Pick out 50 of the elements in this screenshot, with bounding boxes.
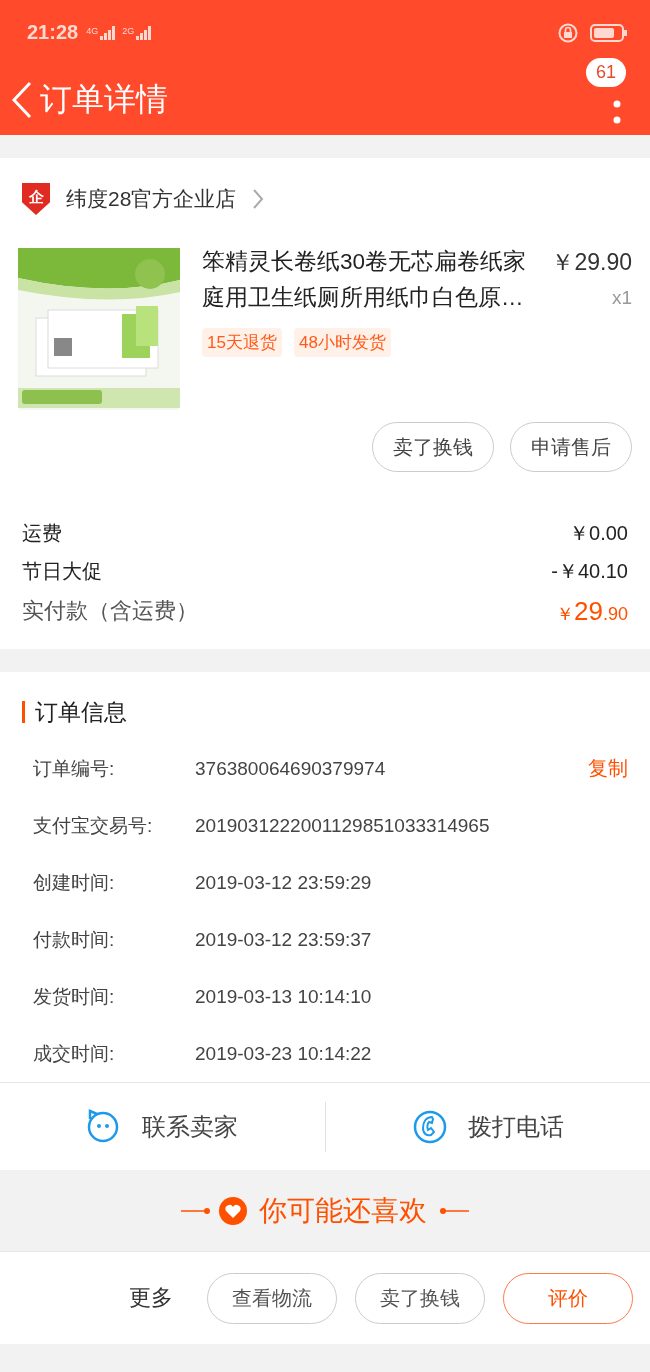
action-button[interactable]: 卖了换钱: [372, 422, 494, 472]
product-title[interactable]: 笨精灵长卷纸30卷无芯扁卷纸家庭用卫生纸厕所用纸巾白色原…: [202, 244, 538, 316]
page-title: 订单详情: [40, 80, 168, 119]
network-label: 4G: [86, 25, 99, 36]
recommend-title: 你可能还喜欢: [259, 1193, 427, 1228]
fee-label: 节日大促: [22, 558, 102, 584]
fee-label: 运费: [22, 520, 62, 546]
service-tag: 15天退货: [202, 328, 282, 357]
lock-rotation-icon: [558, 22, 578, 43]
product-price: ￥29.90: [551, 248, 632, 277]
info-label: 发货时间:: [33, 984, 116, 1009]
action-button[interactable]: 卖了换钱: [355, 1272, 485, 1324]
info-value: 2019-03-12 23:59:37: [195, 928, 373, 951]
service-tag: 48小时发货: [293, 328, 391, 357]
network-label: 2G: [122, 25, 135, 36]
signal-icon: [136, 25, 153, 40]
info-value: 2019-03-13 10:14:10: [195, 985, 373, 1008]
more-icon[interactable]: [613, 100, 621, 124]
action-button[interactable]: 查看物流: [207, 1272, 337, 1324]
battery-icon: [590, 22, 628, 43]
product-quantity: x1: [611, 286, 632, 310]
clock: 21:28: [27, 21, 79, 44]
signal-icon: [100, 25, 117, 40]
shop-badge-icon: 企: [22, 183, 50, 215]
info-label: 成交时间:: [33, 1041, 116, 1066]
section-title: 订单信息: [35, 697, 127, 727]
fee-value: ￥0.00: [569, 520, 628, 546]
back-icon[interactable]: [10, 80, 34, 120]
info-label: 创建时间:: [33, 870, 116, 895]
shop-name[interactable]: 纬度28官方企业店: [66, 185, 237, 213]
action-button[interactable]: 申请售后: [510, 422, 632, 472]
info-value: 2019031222001129851033314965: [195, 814, 491, 837]
info-label: 支付宝交易号:: [33, 813, 154, 838]
arrow-line-icon: [181, 1206, 211, 1215]
notification-badge: 61: [586, 58, 627, 87]
info-label: 订单编号:: [33, 756, 116, 781]
total-label: 实付款（含运费）: [22, 597, 198, 625]
section-marker: [22, 701, 25, 723]
chevron-icon[interactable]: [252, 188, 265, 210]
info-label: 付款时间:: [33, 927, 116, 952]
more-label: 更多: [129, 1284, 173, 1312]
info-value: 2019-03-12 23:59:29: [195, 871, 373, 894]
phone-icon: [411, 1108, 448, 1145]
fee-value: -￥40.10: [551, 558, 628, 584]
arrow-line-icon: [439, 1206, 469, 1215]
total-amount: ￥29.90: [556, 595, 628, 627]
info-value: 2019-03-23 10:14:22: [195, 1042, 373, 1065]
contact-button[interactable]: 联系卖家: [0, 1083, 325, 1170]
info-value: 376380064690379974: [195, 757, 387, 780]
contact-button[interactable]: 拨打电话: [325, 1083, 650, 1170]
